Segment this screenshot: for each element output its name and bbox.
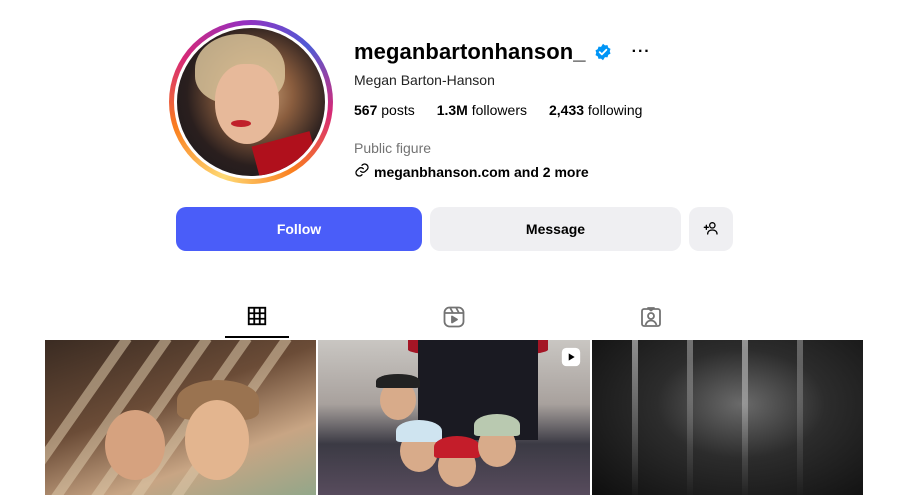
post-grid bbox=[45, 340, 863, 495]
full-name: Megan Barton-Hanson bbox=[354, 72, 495, 88]
followers-label: followers bbox=[471, 102, 527, 118]
profile-stats: 567 posts 1.3M followers 2,433 following bbox=[354, 102, 642, 118]
tab-posts[interactable] bbox=[225, 300, 289, 338]
username: meganbartonhanson_ bbox=[354, 39, 586, 64]
link-icon bbox=[354, 162, 370, 181]
tab-tagged[interactable] bbox=[619, 300, 683, 338]
follow-button[interactable]: Follow bbox=[176, 207, 422, 251]
post-thumbnail[interactable] bbox=[591, 340, 863, 495]
following-label: following bbox=[587, 102, 643, 118]
profile-link[interactable]: meganbhanson.com and 2 more bbox=[354, 162, 589, 181]
reels-icon bbox=[442, 305, 466, 334]
add-person-icon bbox=[703, 220, 719, 239]
followers-stat[interactable]: 1.3M followers bbox=[437, 102, 527, 118]
avatar bbox=[177, 28, 325, 176]
suggest-people-button[interactable] bbox=[689, 207, 733, 251]
post-thumbnail[interactable] bbox=[45, 340, 317, 495]
posts-count: 567 bbox=[354, 102, 378, 118]
profile-category: Public figure bbox=[354, 140, 432, 156]
profile-header: meganbartonhanson_ ··· bbox=[354, 38, 651, 66]
tab-reels[interactable] bbox=[422, 300, 486, 338]
profile-avatar-ring[interactable] bbox=[169, 20, 333, 184]
more-options-icon[interactable]: ··· bbox=[632, 44, 651, 60]
post-thumbnail[interactable] bbox=[318, 340, 590, 495]
profile-link-text[interactable]: meganbhanson.com and 2 more bbox=[374, 164, 589, 180]
following-count: 2,433 bbox=[548, 102, 585, 118]
tagged-icon bbox=[639, 305, 663, 334]
following-stat[interactable]: 2,433 following bbox=[549, 102, 642, 118]
reel-badge-icon bbox=[560, 346, 582, 368]
grid-icon bbox=[246, 305, 268, 332]
posts-label: posts bbox=[381, 102, 415, 118]
avatar-frame bbox=[174, 25, 328, 179]
followers-count: 1.3M bbox=[436, 102, 468, 118]
verified-badge-icon bbox=[594, 43, 612, 61]
posts-stat: 567 posts bbox=[354, 102, 415, 118]
message-button[interactable]: Message bbox=[430, 207, 681, 251]
